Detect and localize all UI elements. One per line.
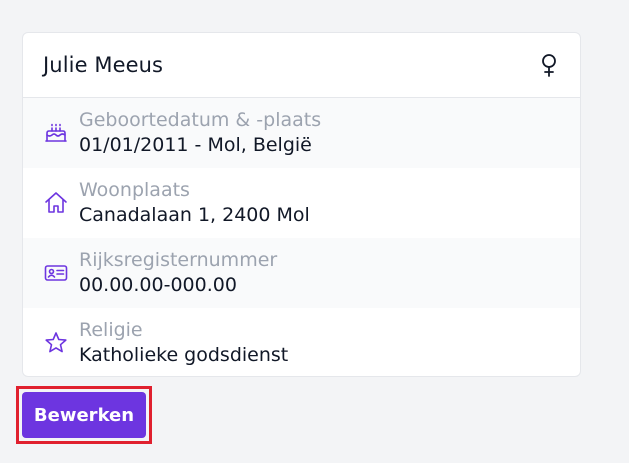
female-icon (540, 53, 558, 77)
star-icon (43, 330, 69, 356)
field-label: Woonplaats (79, 179, 190, 201)
field-label: Geboortedatum & -plaats (79, 109, 322, 131)
field-label: Religie (79, 319, 143, 341)
edit-button-highlight: Bewerken (16, 386, 152, 444)
card-header: Julie Meeus (23, 33, 580, 98)
field-national-number: Rijksregisternummer 00.00.00-000.00 (23, 238, 580, 308)
home-icon (43, 190, 69, 216)
field-text: Religie Katholieke godsdienst (79, 318, 288, 367)
field-birth: Geboortedatum & -plaats 01/01/2011 - Mol… (23, 98, 580, 168)
person-name: Julie Meeus (43, 53, 164, 77)
field-text: Geboortedatum & -plaats 01/01/2011 - Mol… (79, 108, 321, 157)
id-card-icon (43, 260, 69, 286)
field-value: Katholieke godsdienst (79, 344, 289, 366)
field-text: Woonplaats Canadalaan 1, 2400 Mol (79, 178, 310, 227)
field-value: 01/01/2011 - Mol, België (79, 134, 312, 156)
field-value: 00.00.00-000.00 (79, 274, 237, 296)
field-label: Rijksregisternummer (79, 249, 278, 271)
field-value: Canadalaan 1, 2400 Mol (79, 204, 310, 226)
cake-icon (43, 120, 69, 146)
field-residence: Woonplaats Canadalaan 1, 2400 Mol (23, 168, 580, 238)
edit-button[interactable]: Bewerken (22, 392, 146, 438)
person-card: Julie Meeus Geboortedatum & -plaats 01/0… (22, 32, 581, 377)
field-text: Rijksregisternummer 00.00.00-000.00 (79, 248, 277, 297)
field-religion: Religie Katholieke godsdienst (23, 308, 580, 376)
